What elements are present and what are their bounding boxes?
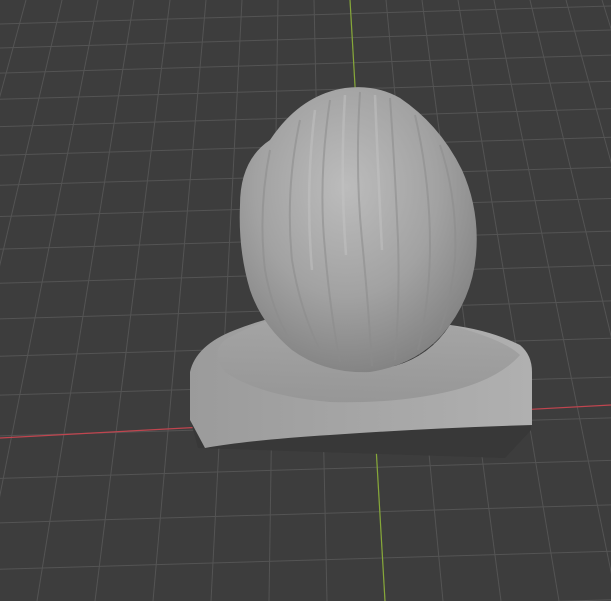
viewport-canvas[interactable] — [0, 0, 611, 601]
3d-viewport[interactable] — [0, 0, 611, 601]
